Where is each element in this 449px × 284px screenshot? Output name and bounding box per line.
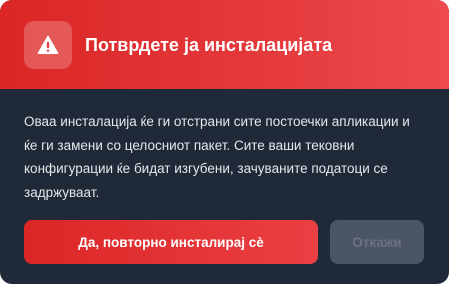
cancel-button[interactable]: Откажи bbox=[330, 220, 424, 264]
dialog-title: Потврдете ја инсталацијата bbox=[85, 35, 333, 55]
confirm-install-dialog: Потврдете ја инсталацијата Оваа инсталац… bbox=[0, 0, 449, 284]
dialog-message: Оваа инсталација ќе ги отстрани сите пос… bbox=[24, 114, 410, 200]
dialog-header: Потврдете ја инсталацијата bbox=[0, 0, 449, 89]
warning-icon bbox=[37, 35, 59, 54]
warning-badge bbox=[24, 21, 72, 69]
confirm-reinstall-button[interactable]: Да, повторно инсталирај сè bbox=[24, 220, 318, 264]
